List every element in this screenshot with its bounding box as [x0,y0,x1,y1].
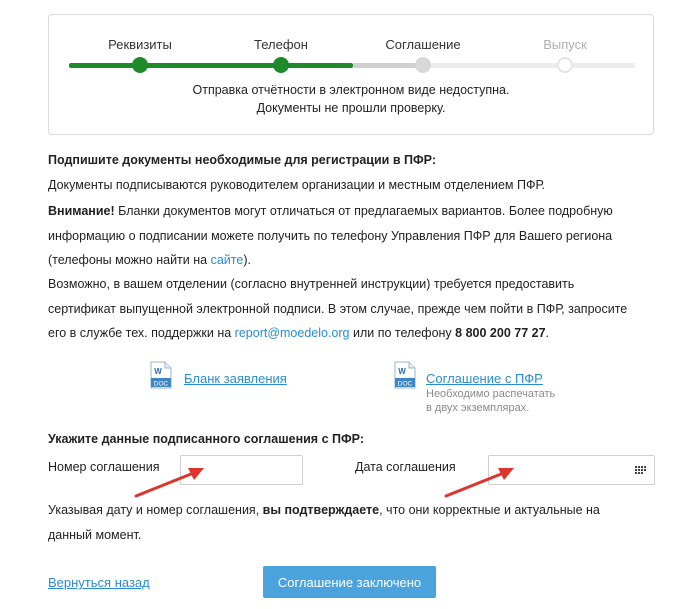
instructions-line-6: сертификат выпущенной электронной подпис… [48,302,628,316]
step-dot-phone [273,57,289,73]
step-dot-requisites [132,57,148,73]
line7-suffix: . [545,326,550,340]
line7-middle: или по телефону [349,326,456,340]
step-label-phone: Телефон [254,37,308,52]
instructions-line-3: информацию о подписании можете получить … [48,229,613,243]
word-doc-icon[interactable]: W DOC [150,361,172,389]
calendar-icon[interactable] [635,466,647,474]
instructions-heading: Подпишите документы необходимые для реги… [48,153,436,167]
doc-badge-1: DOC [154,381,169,388]
instructions-warning: Внимание! Бланки документов могут отлича… [48,204,613,218]
progress-track-pending [424,63,635,68]
step-label-requisites: Реквизиты [108,37,172,52]
confirmation-bold: вы подтверждаете [262,503,380,517]
step-label-agreement: Соглашение [385,37,461,52]
confirmation-line-2: данный момент. [48,528,142,542]
agreement-concluded-button[interactable]: Соглашение заключено [263,566,436,598]
pfr-agreement-note-2: в двух экземплярах. [426,402,530,414]
site-link[interactable]: сайте [211,253,244,267]
step-label-release: Выпуск [543,37,587,52]
confirmation-line-1: Указывая дату и номер соглашения, вы под… [48,503,600,517]
doc-badge-2: DOC [398,381,413,388]
instructions-line-1: Документы подписываются руководителем ор… [48,178,545,192]
back-link[interactable]: Вернуться назад [48,575,150,590]
word-doc-icon[interactable]: W DOC [394,361,416,389]
confirmation-suffix: , что они корректные и актуальные на [379,503,600,517]
status-line-2: Документы не прошли проверку. [256,101,446,115]
svg-text:W: W [398,367,406,376]
progress-card: Реквизиты Телефон Соглашение Выпуск Отпр… [48,14,654,135]
confirmation-prefix: Указывая дату и номер соглашения, [48,503,263,517]
line4-prefix: (телефоны можно найти на [48,253,211,267]
progress-track-current [353,63,424,68]
svg-text:W: W [154,367,162,376]
pfr-agreement-note-1: Необходимо распечатать [426,388,556,400]
annotation-arrow-number [134,468,204,498]
support-phone: 8 800 200 77 27 [455,326,546,340]
agreement-form-heading: Укажите данные подписанного соглашения с… [48,432,364,446]
step-dot-release [557,57,573,73]
warning-text: Бланки документов могут отличаться от пр… [114,204,613,218]
application-form-link[interactable]: Бланк заявления [184,371,287,386]
step-dot-agreement [415,57,431,73]
instructions-line-5: Возможно, в вашем отделении (согласно вн… [48,277,575,291]
support-email-link[interactable]: report@moedelo.org [235,326,350,340]
annotation-arrow-date [444,468,514,498]
status-line-1: Отправка отчётности в электронном виде н… [192,83,510,97]
pfr-agreement-link[interactable]: Соглашение с ПФР [426,371,543,386]
instructions-line-7: его в службе тех. поддержки на report@mo… [48,326,549,340]
instructions-line-4: (телефоны можно найти на сайте). [48,253,251,267]
progress-track-done [69,63,353,68]
line4-suffix: ). [243,253,251,267]
warning-label: Внимание! [48,204,115,218]
line7-prefix: его в службе тех. поддержки на [48,326,235,340]
